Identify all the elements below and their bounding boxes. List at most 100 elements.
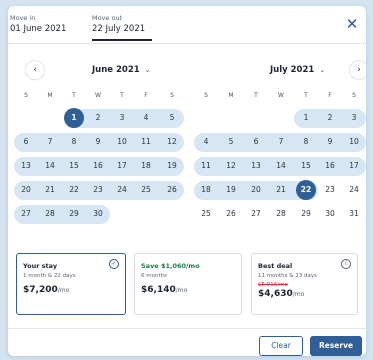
- plan-card-best-deal[interactable]: Best deal 11 months & 23 days $5,916/mo …: [251, 253, 358, 315]
- weekday-label: T: [304, 92, 308, 99]
- day-number: 30: [93, 209, 103, 218]
- day-cell[interactable]: 17: [342, 156, 366, 176]
- day-cell[interactable]: 11: [134, 132, 158, 152]
- day-cell[interactable]: 19: [219, 180, 243, 200]
- day-number: 8: [71, 137, 77, 146]
- day-cell[interactable]: 17: [110, 156, 134, 176]
- day-cell[interactable]: 14: [38, 156, 62, 176]
- day-cell[interactable]: 26: [219, 204, 243, 224]
- day-cell[interactable]: 23: [318, 180, 342, 200]
- chevron-right-icon: ›: [357, 65, 361, 75]
- day-number: 26: [167, 185, 177, 194]
- day-cell[interactable]: 5: [160, 108, 184, 128]
- day-cell[interactable]: 6: [244, 132, 268, 152]
- day-cell[interactable]: 20: [14, 180, 38, 200]
- day-cell[interactable]: 27: [14, 204, 38, 224]
- day-cell[interactable]: 29: [62, 204, 86, 224]
- day-cell[interactable]: 20: [244, 180, 268, 200]
- day-cell[interactable]: 10: [110, 132, 134, 152]
- day-cell[interactable]: 5: [219, 132, 243, 152]
- day-cell[interactable]: 19: [160, 156, 184, 176]
- day-cell[interactable]: 27: [244, 204, 268, 224]
- clear-button[interactable]: Clear: [259, 336, 303, 356]
- day-number: 5: [228, 137, 234, 146]
- next-month-button[interactable]: ›: [350, 61, 366, 79]
- day-cell[interactable]: 24: [342, 180, 366, 200]
- day-number: 28: [276, 209, 286, 218]
- plan-duration: 1 month & 22 days: [23, 273, 76, 279]
- day-cell[interactable]: 28: [38, 204, 62, 224]
- day-cell[interactable]: 18: [194, 180, 218, 200]
- day-cell[interactable]: 25: [194, 204, 218, 224]
- day-cell[interactable]: 21: [269, 180, 293, 200]
- day-cell[interactable]: 12: [219, 156, 243, 176]
- day-cell[interactable]: 9: [86, 132, 110, 152]
- day-number: 4: [203, 137, 209, 146]
- weekday-label: F: [144, 92, 148, 99]
- plan-card-six-months[interactable]: Save $1,060/mo 6 months $6,140/mo: [134, 253, 242, 315]
- day-number: 16: [93, 161, 103, 170]
- day-number: 11: [201, 161, 211, 170]
- plan-old-price: $5,916/mo: [258, 282, 288, 288]
- day-cell[interactable]: 2: [86, 108, 110, 128]
- close-icon[interactable]: ✕: [344, 16, 360, 32]
- day-cell[interactable]: 24: [110, 180, 134, 200]
- day-cell[interactable]: 26: [160, 180, 184, 200]
- day-number: 24: [117, 185, 127, 194]
- day-number: 8: [303, 137, 309, 146]
- day-cell[interactable]: 16: [318, 156, 342, 176]
- chevron-left-icon: ‹: [33, 65, 37, 75]
- move-out-value: 22 July 2021: [92, 24, 146, 34]
- day-number: 20: [21, 185, 31, 194]
- weekday-label: S: [204, 92, 208, 99]
- day-number: 17: [349, 161, 359, 170]
- day-cell[interactable]: 30: [86, 204, 110, 224]
- day-cell[interactable]: 12: [160, 132, 184, 152]
- day-cell[interactable]: 10: [342, 132, 366, 152]
- day-cell[interactable]: 29: [294, 204, 318, 224]
- day-number: 3: [119, 113, 125, 122]
- day-cell[interactable]: 31: [342, 204, 366, 224]
- day-cell[interactable]: 6: [14, 132, 38, 152]
- move-in-field[interactable]: Move in 01 June 2021: [10, 14, 66, 34]
- calendar-july: S M T W T F S 1 2 3 4 5 6 7 8 9 10 11 12 13 14 15 16 17 18 19 20 21…: [194, 92, 366, 224]
- day-selected[interactable]: 22: [294, 180, 318, 200]
- day-cell[interactable]: 7: [269, 132, 293, 152]
- month-select-june[interactable]: June 2021 ⌄: [92, 65, 151, 75]
- weekday-label: T: [72, 92, 76, 99]
- reserve-button[interactable]: Reserve: [310, 336, 362, 356]
- day-cell[interactable]: 3: [342, 108, 366, 128]
- plan-card-your-stay[interactable]: Your stay 1 month & 22 days $7,200/mo ✓: [16, 253, 126, 315]
- info-icon[interactable]: i: [341, 259, 351, 269]
- day-cell[interactable]: 4: [134, 108, 158, 128]
- day-cell[interactable]: 4: [194, 132, 218, 152]
- day-cell[interactable]: 21: [38, 180, 62, 200]
- day-cell[interactable]: 25: [134, 180, 158, 200]
- plan-title: Save $1,060/mo: [141, 262, 200, 270]
- day-cell[interactable]: 15: [62, 156, 86, 176]
- day-cell[interactable]: 8: [62, 132, 86, 152]
- day-cell[interactable]: 13: [14, 156, 38, 176]
- day-cell[interactable]: 22: [62, 180, 86, 200]
- prev-month-button[interactable]: ‹: [26, 61, 44, 79]
- weekday-header: SMTWTFS: [14, 92, 192, 104]
- day-cell[interactable]: 28: [269, 204, 293, 224]
- day-cell[interactable]: 18: [134, 156, 158, 176]
- day-cell[interactable]: 23: [86, 180, 110, 200]
- day-cell[interactable]: 7: [38, 132, 62, 152]
- day-cell[interactable]: 16: [86, 156, 110, 176]
- day-cell[interactable]: 15: [294, 156, 318, 176]
- day-cell[interactable]: 14: [269, 156, 293, 176]
- day-cell[interactable]: 8: [294, 132, 318, 152]
- day-cell[interactable]: 9: [318, 132, 342, 152]
- day-cell[interactable]: 3: [110, 108, 134, 128]
- day-selected[interactable]: 1: [62, 108, 86, 128]
- day-cell[interactable]: 1: [294, 108, 318, 128]
- day-cell[interactable]: 30: [318, 204, 342, 224]
- move-out-field[interactable]: Move out 22 July 2021: [92, 14, 145, 38]
- day-cell[interactable]: 11: [194, 156, 218, 176]
- month-select-july[interactable]: July 2021 ⌄: [270, 65, 325, 75]
- day-cell[interactable]: 2: [318, 108, 342, 128]
- day-cell[interactable]: 13: [244, 156, 268, 176]
- footer-divider: [8, 328, 366, 329]
